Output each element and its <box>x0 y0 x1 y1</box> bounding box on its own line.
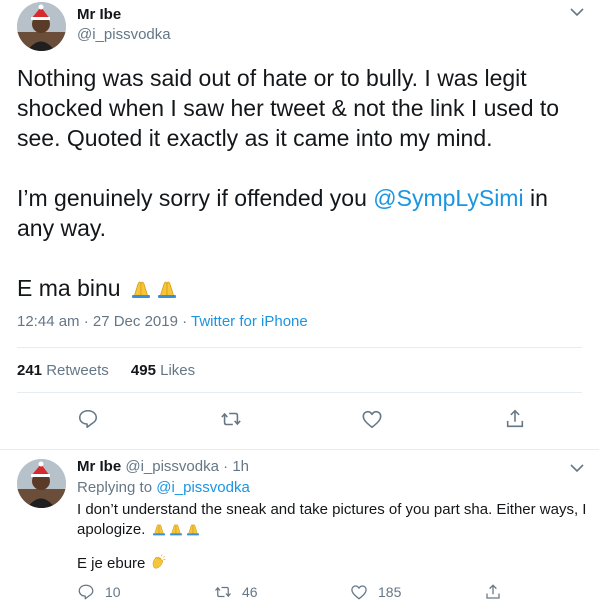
reply-header: Mr Ibe @i_pissvodka · 1h <box>77 458 249 475</box>
reply-text: I don’t understand the sneak and take pi… <box>77 501 587 538</box>
mention-link[interactable]: @SympLySimi <box>373 185 523 211</box>
share-icon <box>486 584 500 599</box>
avatar-image <box>17 2 66 51</box>
tweet-stats: 241 Retweets 495 Likes <box>17 362 213 379</box>
author-name[interactable]: Mr Ibe <box>77 6 121 23</box>
reply-icon[interactable] <box>77 408 99 430</box>
author-name[interactable]: Mr Ibe <box>77 458 121 475</box>
avatar[interactable] <box>17 459 66 508</box>
chevron-down-icon[interactable] <box>569 462 585 474</box>
avatar[interactable] <box>17 2 66 51</box>
retweet-count: 46 <box>242 584 258 600</box>
replying-to: Replying to @i_pissvodka <box>77 479 250 496</box>
retweet-button[interactable]: 46 <box>214 583 258 601</box>
share-button[interactable] <box>484 583 512 601</box>
author-handle[interactable]: @i_pissvodka <box>77 26 171 43</box>
avatar-image <box>17 459 66 508</box>
divider <box>17 347 582 348</box>
likes-stat[interactable]: 495 Likes <box>131 362 195 379</box>
chevron-down-icon[interactable] <box>569 6 585 18</box>
mention-link[interactable]: @i_pissvodka <box>156 479 250 496</box>
timestamp[interactable]: 12:44 am · 27 Dec 2019 <box>17 313 178 330</box>
folded-hands-icon <box>168 520 184 536</box>
reply-text: E je ebure <box>77 554 166 572</box>
retweet-icon <box>215 586 231 598</box>
tweet-text: Nothing was said out of hate or to bully… <box>17 63 587 303</box>
like-icon <box>351 585 367 600</box>
like-icon[interactable] <box>361 408 383 430</box>
tweet-paragraph: I’m genuinely sorry if offended you @Sym… <box>17 185 548 241</box>
reply-time[interactable]: 1h <box>232 458 249 475</box>
tweet-meta: 12:44 am · 27 Dec 2019 · Twitter for iPh… <box>17 313 308 330</box>
retweets-stat[interactable]: 241 Retweets <box>17 362 109 379</box>
folded-hands-icon <box>129 275 153 299</box>
like-count: 185 <box>378 584 402 600</box>
clapping-hands-icon <box>150 554 166 570</box>
main-tweet: Mr Ibe @i_pissvodka Nothing was said out… <box>0 0 599 450</box>
client-link[interactable]: Twitter for iPhone <box>191 313 308 330</box>
divider <box>17 392 582 393</box>
folded-hands-icon <box>151 520 167 536</box>
retweet-icon[interactable] <box>220 408 242 430</box>
tweet-paragraph: Nothing was said out of hate or to bully… <box>17 65 560 151</box>
folded-hands-icon <box>155 275 179 299</box>
reply-button[interactable]: 10 <box>77 583 121 601</box>
author-handle[interactable]: @i_pissvodka <box>125 458 219 475</box>
reply-icon <box>78 584 94 600</box>
reply-count: 10 <box>105 584 121 600</box>
tweet-paragraph: E ma binu <box>17 273 587 303</box>
folded-hands-icon <box>185 520 201 536</box>
share-icon[interactable] <box>504 408 526 430</box>
like-button[interactable]: 185 <box>350 583 401 601</box>
